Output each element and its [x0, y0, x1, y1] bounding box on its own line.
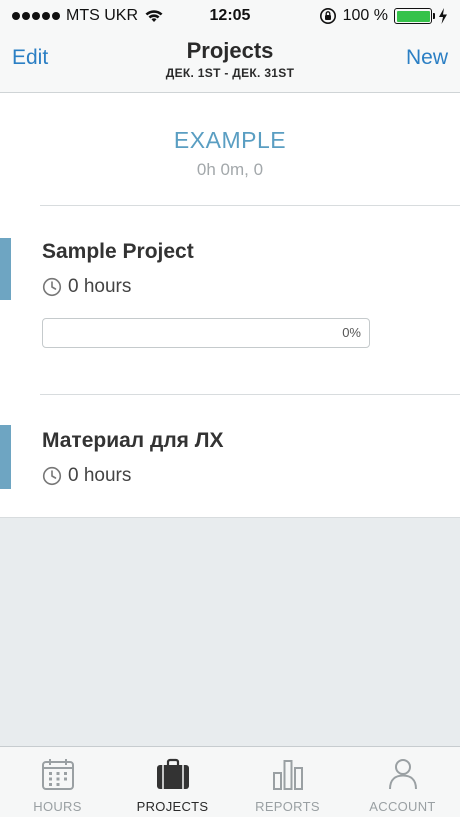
status-bar: MTS UKR 12:05 100 % [0, 0, 460, 32]
client-header[interactable]: EXAMPLE 0h 0m, 0 [0, 93, 460, 205]
project-hours-label: 0 hours [68, 276, 132, 297]
client-summary: 0h 0m, 0 [196, 160, 264, 179]
tab-label: HOURS [33, 799, 82, 814]
project-hours: 0 hours [42, 276, 460, 298]
tab-reports[interactable]: REPORTS [230, 747, 345, 817]
tab-projects[interactable]: PROJECTS [115, 747, 230, 817]
battery-percent: 100 % [342, 7, 388, 24]
progress-percent: 0% [342, 325, 361, 340]
status-right: 100 % [319, 7, 448, 25]
status-left: MTS UKR [12, 7, 164, 25]
clock-icon [42, 466, 62, 486]
project-color-bar [0, 425, 11, 489]
project-item[interactable]: Sample Project 0 hours 0% [0, 206, 460, 394]
project-progress-bar: 0% [42, 318, 370, 348]
bar-chart-icon [272, 760, 303, 790]
tab-label: PROJECTS [136, 799, 209, 814]
navigation-bar: Edit Projects ДЕК. 1ST - ДЕК. 31ST New [0, 32, 460, 93]
person-icon [388, 759, 417, 790]
calendar-icon [41, 759, 74, 790]
wifi-icon [145, 10, 163, 22]
project-name: Материал для ЛХ [42, 429, 224, 452]
project-hours-label: 0 hours [68, 465, 132, 486]
carrier-label: MTS UKR [66, 7, 138, 24]
project-item[interactable]: Материал для ЛХ 0 hours [0, 395, 460, 518]
date-range-subtitle: ДЕК. 1ST - ДЕК. 31ST [165, 66, 295, 80]
projects-list: EXAMPLE 0h 0m, 0 Sample Project 0 hours … [0, 93, 460, 518]
clock-icon [42, 277, 62, 297]
nav-title-group: Projects ДЕК. 1ST - ДЕК. 31ST [0, 38, 460, 80]
project-hours: 0 hours [42, 465, 460, 487]
battery-icon [394, 8, 435, 24]
tab-label: ACCOUNT [369, 799, 436, 814]
tab-bar: HOURS PROJECTS REPORTS ACCOUNT [0, 746, 460, 817]
tab-label: REPORTS [255, 799, 320, 814]
battery-fill [396, 10, 430, 22]
tab-hours[interactable]: HOURS [0, 747, 115, 817]
new-button[interactable]: New [406, 46, 448, 70]
signal-strength-icon [12, 12, 60, 20]
briefcase-icon [156, 758, 189, 789]
tab-account[interactable]: ACCOUNT [345, 747, 460, 817]
project-color-bar [0, 238, 11, 300]
charging-bolt-icon [439, 8, 447, 24]
project-name: Sample Project [42, 240, 194, 263]
client-name: EXAMPLE [173, 127, 287, 153]
rotation-lock-icon [319, 8, 336, 24]
page-title: Projects [186, 38, 274, 63]
